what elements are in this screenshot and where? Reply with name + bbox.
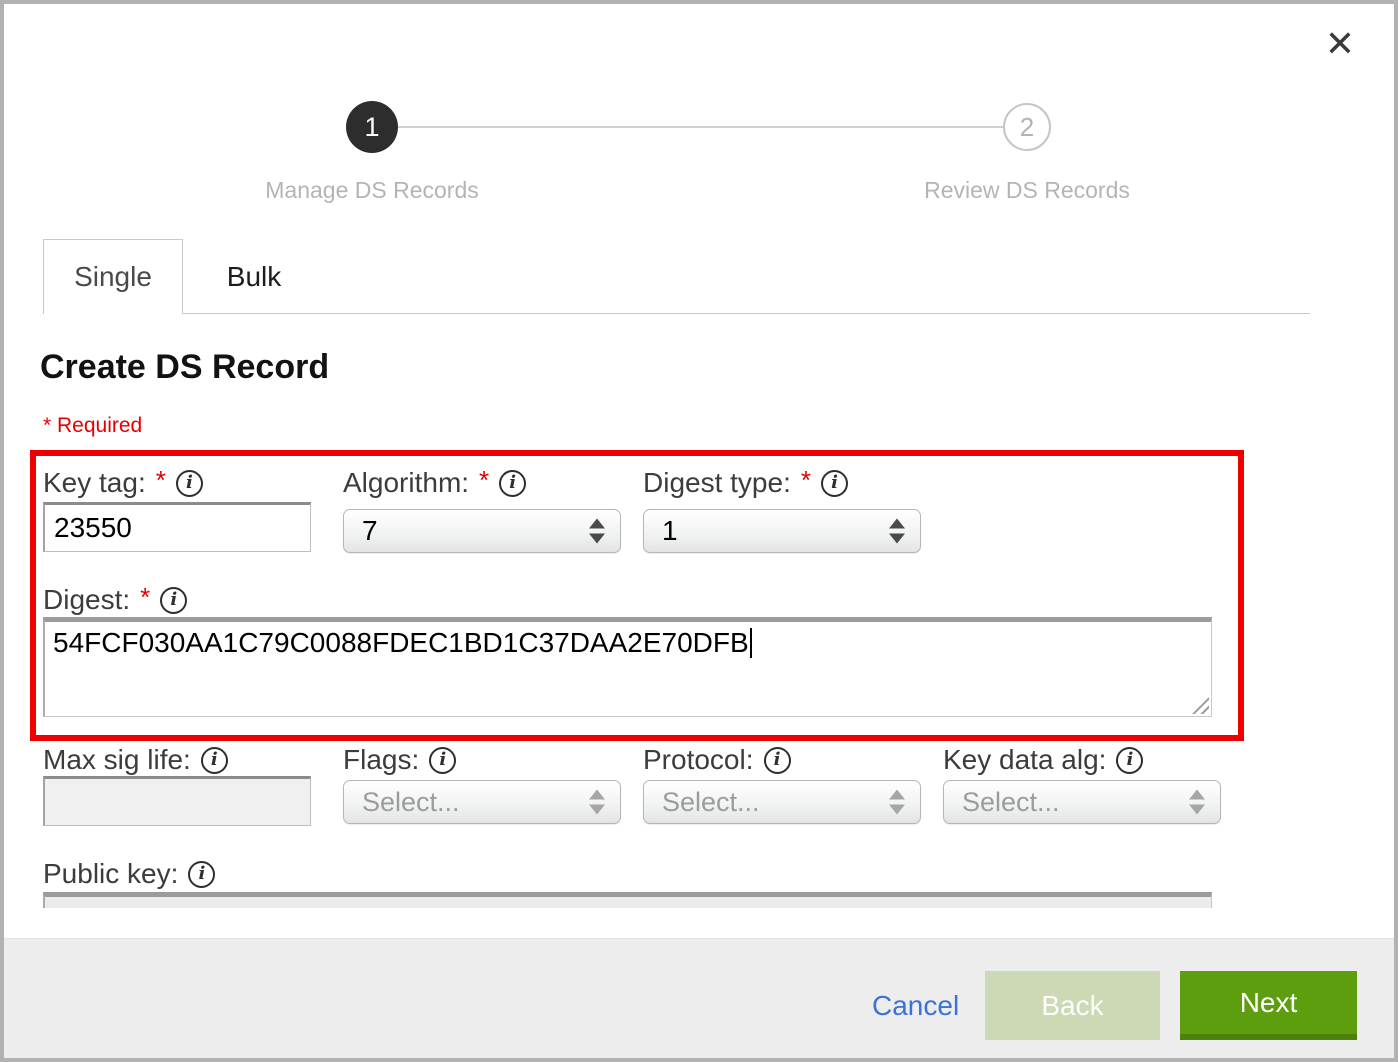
select-arrows-icon xyxy=(889,519,905,544)
tab-bulk[interactable]: Bulk xyxy=(183,239,325,314)
key-data-alg-label-text: Key data alg: xyxy=(943,744,1106,776)
create-ds-record-dialog: ✕ 1 2 Manage DS Records Review DS Record… xyxy=(0,0,1398,1062)
step-1-circle: 1 xyxy=(346,101,398,153)
required-note: * Required xyxy=(43,414,142,438)
algorithm-select[interactable]: 7 xyxy=(343,509,621,553)
info-icon[interactable]: i xyxy=(201,747,228,774)
next-button[interactable]: Next xyxy=(1180,971,1357,1040)
step-2-label: Review DS Records xyxy=(867,177,1187,204)
key-tag-label-text: Key tag: xyxy=(43,467,146,499)
select-arrows-icon xyxy=(889,790,905,815)
max-sig-life-label: Max sig life: i xyxy=(43,743,228,777)
public-key-label-text: Public key: xyxy=(43,858,178,890)
back-button[interactable]: Back xyxy=(985,971,1160,1040)
step-2-circle: 2 xyxy=(1003,103,1051,151)
text-caret xyxy=(750,628,752,658)
algorithm-label-text: Algorithm: xyxy=(343,467,469,499)
page-title: Create DS Record xyxy=(40,348,329,387)
info-icon[interactable]: i xyxy=(176,470,203,497)
key-tag-input[interactable] xyxy=(43,502,311,552)
digest-value: 54FCF030AA1C79C0088FDEC1BD1C37DAA2E70DFB xyxy=(53,627,749,658)
digest-type-label-text: Digest type: xyxy=(643,467,791,499)
protocol-label: Protocol: i xyxy=(643,743,791,777)
resize-handle-icon[interactable] xyxy=(1192,697,1209,714)
protocol-select[interactable]: Select... xyxy=(643,780,921,824)
select-arrows-icon xyxy=(589,519,605,544)
info-icon[interactable]: i xyxy=(821,470,848,497)
required-asterisk: * xyxy=(156,465,166,496)
public-key-label: Public key: i xyxy=(43,857,215,891)
max-sig-life-input[interactable] xyxy=(43,776,311,826)
key-data-alg-select[interactable]: Select... xyxy=(943,780,1221,824)
digest-label-text: Digest: xyxy=(43,584,130,616)
info-icon[interactable]: i xyxy=(764,747,791,774)
flags-select[interactable]: Select... xyxy=(343,780,621,824)
info-icon[interactable]: i xyxy=(499,470,526,497)
flags-label: Flags: i xyxy=(343,743,456,777)
key-tag-label: Key tag: * i xyxy=(43,466,203,500)
stepper-connector-line xyxy=(397,126,1005,128)
digest-type-select[interactable]: 1 xyxy=(643,509,921,553)
required-asterisk: * xyxy=(140,582,150,613)
protocol-label-text: Protocol: xyxy=(643,744,754,776)
digest-type-label: Digest type: * i xyxy=(643,466,848,500)
protocol-select-value: Select... xyxy=(644,787,760,818)
tab-single[interactable]: Single xyxy=(43,239,183,314)
algorithm-label: Algorithm: * i xyxy=(343,466,526,500)
info-icon[interactable]: i xyxy=(429,747,456,774)
info-icon[interactable]: i xyxy=(1116,747,1143,774)
select-arrows-icon xyxy=(589,790,605,815)
digest-label: Digest: * i xyxy=(43,583,187,617)
required-asterisk: * xyxy=(479,465,489,496)
info-icon[interactable]: i xyxy=(160,587,187,614)
select-arrows-icon xyxy=(1189,790,1205,815)
close-icon[interactable]: ✕ xyxy=(1318,22,1362,66)
key-data-alg-select-value: Select... xyxy=(944,787,1060,818)
digest-textarea[interactable]: 54FCF030AA1C79C0088FDEC1BD1C37DAA2E70DFB xyxy=(43,617,1212,717)
required-asterisk: * xyxy=(801,465,811,496)
key-data-alg-label: Key data alg: i xyxy=(943,743,1143,777)
flags-select-value: Select... xyxy=(344,787,460,818)
digest-type-select-value: 1 xyxy=(644,515,678,547)
flags-label-text: Flags: xyxy=(343,744,419,776)
cancel-button[interactable]: Cancel xyxy=(872,990,959,1022)
max-sig-life-label-text: Max sig life: xyxy=(43,744,191,776)
step-1-label: Manage DS Records xyxy=(212,177,532,204)
info-icon[interactable]: i xyxy=(188,861,215,888)
public-key-textarea[interactable] xyxy=(43,892,1212,908)
tab-underline xyxy=(183,313,1310,314)
algorithm-select-value: 7 xyxy=(344,515,378,547)
